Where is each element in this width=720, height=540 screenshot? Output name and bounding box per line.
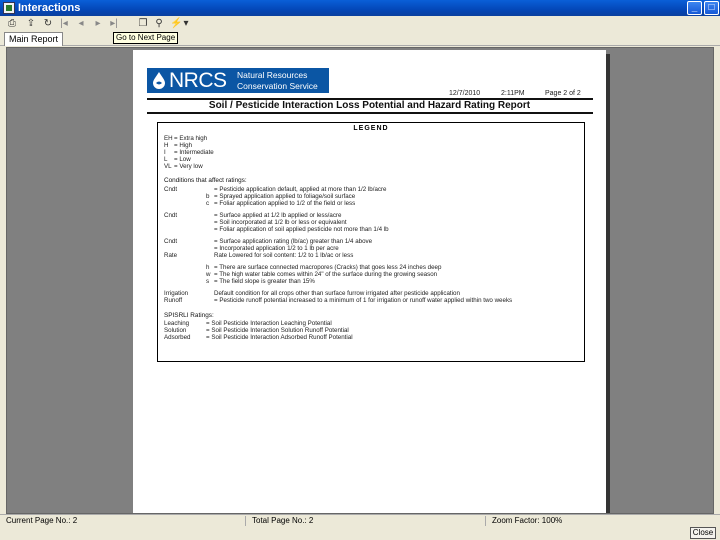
export-icon[interactable]: ⇪ (25, 18, 37, 30)
logo-agency-name: Natural Resources Conservation Service (237, 70, 318, 91)
condition-row: Cndt = Surface application rating (lb/ac)… (164, 238, 373, 245)
toolbar: ⎙ ⇪ ↻ |◂ ◂ ▸ ▸| ❐ ⚲ ⚡ ▾ (0, 16, 720, 32)
tab-bar: Main Report (0, 32, 720, 46)
condition-row: b = Sprayed application applied to foliag… (206, 193, 356, 200)
condition-row: Cndt = Pesticide application default, app… (164, 186, 387, 193)
total-pages-status: Total Page No.: 2 (248, 516, 486, 526)
zoom-factor-status: Zoom Factor: 100% (492, 516, 563, 525)
zoom-dropdown-icon[interactable]: ▾ (180, 18, 192, 30)
close-button[interactable]: Close (690, 527, 716, 539)
search-icon[interactable]: ⚲ (153, 18, 165, 30)
current-page-status: Current Page No.: 2 (2, 516, 246, 526)
rating-row: Leaching = Soil Pesticide Interaction Lea… (164, 320, 332, 327)
report-date: 12/7/2010 (449, 90, 481, 97)
legend-row: L = Low (164, 156, 191, 163)
first-page-icon[interactable]: |◂ (58, 18, 70, 30)
tab-main-report[interactable]: Main Report (4, 32, 64, 46)
condition-row: c = Foliar application applied to 1/2 of … (206, 200, 356, 207)
last-page-icon[interactable]: ▸| (108, 18, 120, 30)
condition-row: Irrigation Default condition for all crop… (164, 290, 460, 297)
legend-row: H = High (164, 142, 193, 149)
print-icon[interactable]: ⎙ (6, 18, 18, 30)
condition-row: w = The high water table comes within 24"… (206, 271, 438, 278)
maximize-button[interactable]: □ (704, 1, 719, 15)
title-bar: Interactions _ □ (0, 0, 720, 16)
app-icon (3, 2, 15, 14)
condition-row: h = There are surface connected macropore… (206, 264, 442, 271)
condition-row: Rate Rate Lowered for soil content: 1/2 t… (164, 252, 354, 259)
condition-row: = Foliar application of soil applied pes… (214, 226, 389, 233)
report-viewport[interactable]: NRCS Natural Resources Conservation Serv… (6, 47, 714, 514)
ratings-heading: SPISRLI Ratings: (164, 312, 214, 319)
copy-icon[interactable]: ❐ (137, 18, 149, 30)
condition-row: = Incorporated application 1/2 to 1 lb p… (214, 245, 339, 252)
logo-abbreviation: NRCS (169, 69, 227, 92)
status-bar: Current Page No.: 2 Total Page No.: 2 Zo… (0, 514, 720, 526)
minimize-button[interactable]: _ (687, 1, 702, 15)
legend-row: EH= Extra high (164, 135, 208, 142)
condition-row: Runoff = Pesticide runoff potential incre… (164, 297, 513, 304)
next-page-icon[interactable]: ▸ (92, 18, 104, 30)
rating-row: Solution = Soil Pesticide Interaction Sol… (164, 327, 349, 334)
condition-row: s = The field slope is greater than 15% (206, 278, 315, 285)
report-time: 2:11PM (501, 90, 525, 97)
nrcs-logo: NRCS Natural Resources Conservation Serv… (147, 68, 329, 93)
condition-row: Cndt = Surface applied at 1/2 lb applied … (164, 212, 342, 219)
previous-page-icon[interactable]: ◂ (75, 18, 87, 30)
legend-box: LEGEND EH= Extra high H = High I = Interme… (157, 122, 585, 362)
interactions-window: Interactions _ □ ⎙ ⇪ ↻ |◂ ◂ ▸ ▸| ❐ ⚲ ⚡ ▾… (0, 0, 720, 540)
rating-row: Adsorbed = Soil Pesticide Interaction Ads… (164, 334, 353, 341)
legend-row: I = Intermediate (164, 149, 214, 156)
condition-row: = Soil incorporated at 1/2 lb or less or… (214, 219, 347, 226)
page-indicator: Page 2 of 2 (545, 90, 581, 97)
window-title: Interactions (18, 2, 81, 14)
report-title: Soil / Pesticide Interaction Loss Potent… (208, 100, 531, 111)
refresh-icon[interactable]: ↻ (42, 18, 54, 30)
legend-title: LEGEND (353, 125, 389, 132)
next-page-tooltip: Go to Next Page (113, 32, 179, 44)
conditions-heading: Conditions that affect ratings: (164, 177, 247, 184)
legend-row: VL = Very low (164, 163, 203, 170)
title-rule (147, 112, 593, 114)
water-drop-icon (153, 72, 165, 89)
report-page: NRCS Natural Resources Conservation Serv… (133, 50, 606, 513)
